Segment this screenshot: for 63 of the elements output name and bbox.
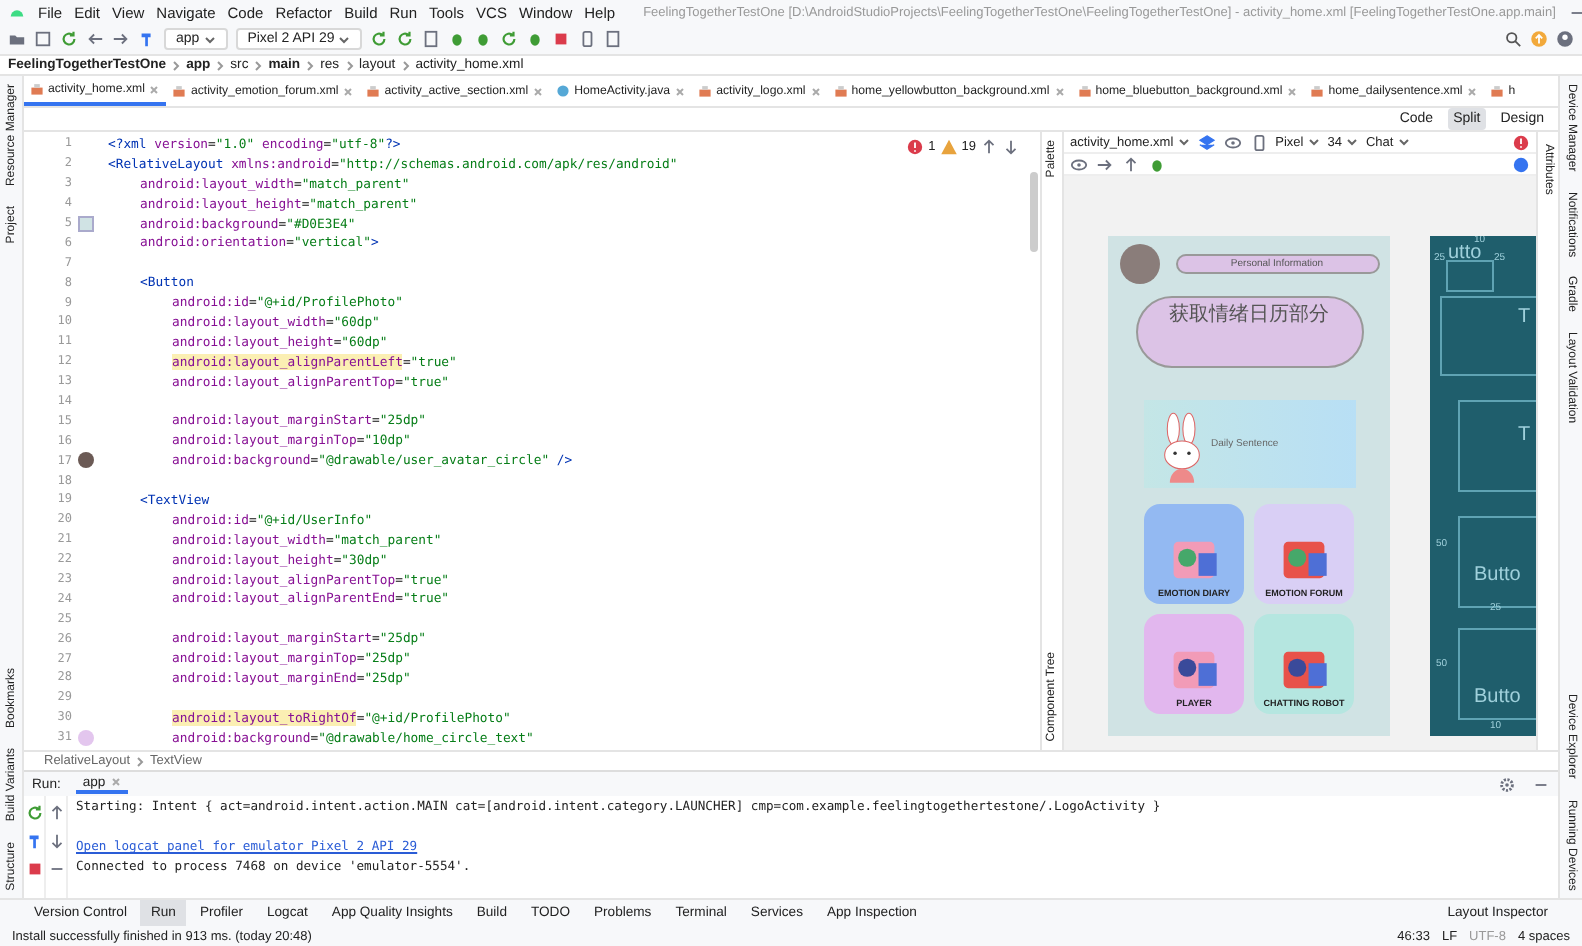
account-icon[interactable]	[1556, 30, 1574, 48]
chevron-icon	[343, 59, 356, 71]
up-arrow-icon[interactable]	[47, 804, 65, 822]
close-tab-icon[interactable]	[148, 83, 161, 95]
warning-icon[interactable]	[939, 138, 958, 156]
arrow-left-icon[interactable]	[86, 30, 104, 48]
rerun-icon[interactable]	[396, 30, 415, 48]
down-arrow-icon[interactable]	[1002, 138, 1020, 156]
chevron-icon	[170, 59, 183, 71]
settings-icon[interactable]	[1498, 775, 1516, 793]
refresh-icon[interactable]	[60, 30, 78, 48]
xml-file-icon	[30, 82, 44, 96]
close-tab-icon[interactable]	[1053, 85, 1066, 97]
file-icon[interactable]	[422, 30, 441, 48]
close-tab-icon[interactable]	[809, 85, 822, 97]
caret-icon	[338, 33, 351, 45]
down-arrow-icon[interactable]	[47, 832, 65, 850]
avatar-placeholder	[1119, 244, 1159, 284]
error-icon[interactable]	[906, 138, 925, 156]
chevron-icon	[252, 59, 265, 71]
stop-icon[interactable]	[552, 30, 571, 48]
chevron-icon	[134, 755, 146, 767]
xml-file-icon	[1310, 84, 1325, 98]
widget-label: T	[1518, 308, 1531, 328]
close-tab-icon[interactable]	[674, 85, 687, 97]
file-icon[interactable]	[604, 30, 623, 48]
layers-icon[interactable]	[1197, 133, 1216, 151]
xml-file-icon	[698, 84, 713, 98]
stop-icon[interactable]	[25, 860, 43, 878]
up-arrow-icon[interactable]	[980, 138, 998, 156]
error-icon[interactable]	[1512, 133, 1530, 151]
chevron-icon	[399, 59, 412, 71]
chevron-icon	[304, 59, 317, 71]
close-tab-icon[interactable]	[532, 85, 545, 97]
chevron-icon	[214, 59, 227, 71]
close-tab-icon[interactable]	[1286, 85, 1299, 97]
caret-icon	[1177, 136, 1190, 148]
rerun-icon[interactable]	[500, 30, 519, 48]
close-tab-icon[interactable]	[342, 85, 355, 97]
caret-icon	[203, 33, 216, 45]
caret-icon	[1397, 136, 1410, 148]
close-tab-icon[interactable]	[109, 776, 122, 788]
search-icon[interactable]	[1504, 30, 1522, 48]
widget-label: utto	[1448, 244, 1482, 264]
calendar-label: 获取情绪日历部分	[1169, 301, 1329, 330]
xml-file-icon	[366, 84, 381, 98]
close-tab-icon[interactable]	[1466, 85, 1479, 97]
class-icon	[556, 84, 571, 98]
widget-outline	[1446, 260, 1494, 292]
folder-icon[interactable]	[8, 30, 26, 48]
xml-file-icon	[172, 84, 187, 98]
widget-label: T	[1518, 426, 1531, 446]
caret-icon	[1345, 136, 1358, 148]
rerun-icon[interactable]	[25, 804, 43, 822]
phone-icon[interactable]	[578, 30, 597, 48]
rerun-icon[interactable]	[370, 30, 389, 48]
xml-file-icon	[1077, 84, 1092, 98]
widget-label: Butto	[1474, 566, 1521, 586]
xml-file-icon	[833, 84, 848, 98]
widget-label: Butto	[1474, 688, 1521, 708]
xml-file-icon	[1490, 84, 1505, 98]
caret-icon	[1307, 136, 1320, 148]
arrow-right-icon[interactable]	[112, 30, 130, 48]
